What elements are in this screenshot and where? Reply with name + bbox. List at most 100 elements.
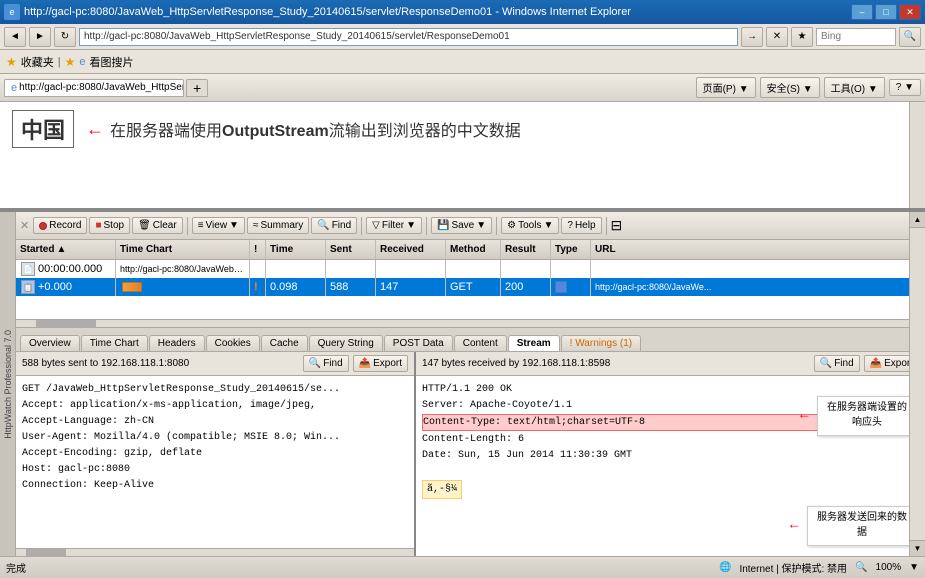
ie-toolbar-right: 页面(P) ▼ 安全(S) ▼ 工具(O) ▼ ? ▼ [696, 77, 921, 98]
col-header-timechart[interactable]: Time Chart [116, 240, 250, 259]
hw-detail-find-button[interactable]: 🔍 Find [303, 355, 349, 372]
col-header-method[interactable]: Method [446, 240, 501, 259]
scroll-up-button[interactable]: ▲ [910, 212, 925, 228]
col-result-text: Result [505, 244, 536, 255]
col-type-text: Type [555, 244, 578, 255]
hw-filter-label: Filter [382, 220, 404, 231]
favorites-bar: ★ 收藏夹 | ★ e 看图搜片 [0, 50, 925, 74]
close-button[interactable]: ✕ [899, 4, 921, 20]
row1-sent [326, 260, 376, 278]
col-header-result[interactable]: Result [501, 240, 551, 259]
ie-tools-menu[interactable]: 工具(O) ▼ [824, 77, 885, 98]
row2-timechart [116, 278, 250, 296]
favorites-label[interactable]: 收藏夹 [21, 54, 54, 70]
tab-timechart[interactable]: Time Chart [81, 335, 148, 351]
hw-clear-button[interactable]: 🗑 Clear [132, 217, 183, 234]
hw-detail-right-find-button[interactable]: 🔍 Find [814, 355, 860, 372]
hw-tabs: Overview Time Chart Headers Cookies Cach… [16, 328, 925, 352]
tab-stream[interactable]: Stream [508, 335, 560, 351]
detail-export-icon: 📤 [359, 358, 371, 369]
tab-querystring[interactable]: Query String [309, 335, 383, 351]
col-header-received[interactable]: Received [376, 240, 446, 259]
ie-tab-icon: e [11, 82, 17, 94]
view-dropdown-icon: ▼ [229, 220, 239, 231]
tab-cache[interactable]: Cache [261, 335, 308, 351]
hw-stop-button[interactable]: ■ Stop [89, 217, 130, 234]
back-button[interactable]: ◄ [4, 27, 26, 47]
ie-help-menu[interactable]: ? ▼ [889, 79, 921, 96]
search-input[interactable] [816, 28, 896, 46]
fav-item-1[interactable]: 看图搜片 [90, 54, 134, 70]
stop-navigate-button[interactable]: ✕ [766, 27, 788, 47]
hw-save-button[interactable]: 💾 Save ▼ [431, 217, 492, 234]
col-header-url[interactable]: URL [591, 240, 925, 259]
row2-method: GET [446, 278, 501, 296]
tab-warnings[interactable]: ! Warnings (1) [561, 335, 641, 351]
hw-column-headers: Started ▲ Time Chart ! Time Sent Receive… [16, 240, 925, 260]
tab-overview[interactable]: Overview [20, 335, 80, 351]
hw-detail-left-scroll-thumb[interactable] [26, 549, 66, 557]
hw-summary-button[interactable]: ≈ Summary [247, 217, 309, 234]
hw-record-button[interactable]: Record [33, 217, 87, 234]
forward-button[interactable]: ► [29, 27, 51, 47]
hw-help-button[interactable]: ? Help [561, 217, 601, 234]
ie-page-menu[interactable]: 页面(P) ▼ [696, 77, 756, 98]
save-dropdown-icon: ▼ [476, 220, 486, 231]
go-button[interactable]: → [741, 27, 763, 47]
favorites-add-button[interactable]: ★ [791, 27, 813, 47]
tab-headers[interactable]: Headers [149, 335, 205, 351]
ie-scrollbar[interactable] [909, 102, 925, 208]
request-line4: User-Agent: Mozilla/4.0 (compatible; MSI… [22, 430, 408, 445]
row2-excl: ! [250, 278, 266, 296]
hw-scroll-thumb[interactable] [36, 320, 96, 328]
col-header-sent[interactable]: Sent [326, 240, 376, 259]
hw-filter-button[interactable]: ▽ Filter ▼ [366, 217, 422, 234]
scroll-down-button[interactable]: ▼ [910, 540, 925, 556]
search-button[interactable]: 🔍 [899, 27, 921, 47]
col-header-started[interactable]: Started ▲ [16, 240, 116, 259]
col-header-excl[interactable]: ! [250, 240, 266, 259]
col-excl-text: ! [254, 244, 257, 255]
status-bar-right: 🌐 Internet | 保护模式: 禁用 🔍 100% ▼ [719, 560, 919, 575]
table-row[interactable]: 📄 00:00:00.000 http://gacl-pc:8080/JavaW… [16, 260, 925, 278]
annotation2-text: 服务器发送回来的数据 [817, 513, 907, 539]
row1-method [446, 260, 501, 278]
table-row[interactable]: 📋 +0.000 ! 0.098 588 147 GET 200 http://… [16, 278, 925, 296]
internet-globe-icon: 🌐 [719, 562, 731, 573]
minimize-button[interactable]: – [851, 4, 873, 20]
tab-content[interactable]: Content [454, 335, 507, 351]
hw-find-button[interactable]: 🔍 Find [311, 217, 357, 234]
hw-save-label: Save [451, 220, 474, 231]
hw-dock-button[interactable]: ⊟ [611, 217, 623, 234]
tab-postdata[interactable]: POST Data [384, 335, 453, 351]
maximize-button[interactable]: □ [875, 4, 897, 20]
detail-left-bytes-text: 588 bytes sent to 192.168.118.1:8080 [22, 358, 189, 369]
col-time-text: Time [270, 244, 293, 255]
hw-horizontal-scrollbar[interactable] [16, 320, 925, 328]
hw-vertical-scrollbar[interactable]: ▲ ▼ [909, 212, 925, 556]
col-header-type[interactable]: Type [551, 240, 591, 259]
annotation-bold-text: OutputStream [222, 123, 329, 140]
hw-view-button[interactable]: ≡ View ▼ [192, 217, 245, 234]
address-input[interactable] [79, 28, 738, 46]
response-line5: Date: Sun, 15 Jun 2014 11:30:39 GMT [422, 448, 919, 463]
find-icon: 🔍 [317, 220, 329, 231]
ie-tab-new[interactable]: + [186, 79, 208, 97]
response-header-annotation: ← 在服务器端设置的响应头 [817, 396, 917, 437]
record-icon [39, 222, 47, 230]
hw-tools-button[interactable]: ⚙ Tools ▼ [501, 217, 559, 234]
ie-security-menu[interactable]: 安全(S) ▼ [760, 77, 820, 98]
ie-tab-active[interactable]: e http://gacl-pc:8080/JavaWeb_HttpServle… [4, 79, 184, 97]
refresh-button[interactable]: ↻ [54, 27, 76, 47]
tab-cookies[interactable]: Cookies [206, 335, 260, 351]
hw-detail-left-scroll[interactable] [16, 548, 414, 556]
col-received-text: Received [380, 244, 424, 255]
detail-find-label: Find [323, 358, 342, 369]
col-header-time[interactable]: Time [266, 240, 326, 259]
hw-sep3 [426, 217, 427, 235]
hw-detail-export-button[interactable]: 📤 Export [353, 355, 408, 372]
hw-sep5 [606, 217, 607, 235]
ie-icon: e [4, 4, 20, 20]
tools-dropdown-icon: ▼ [543, 220, 553, 231]
row1-type [551, 260, 591, 278]
